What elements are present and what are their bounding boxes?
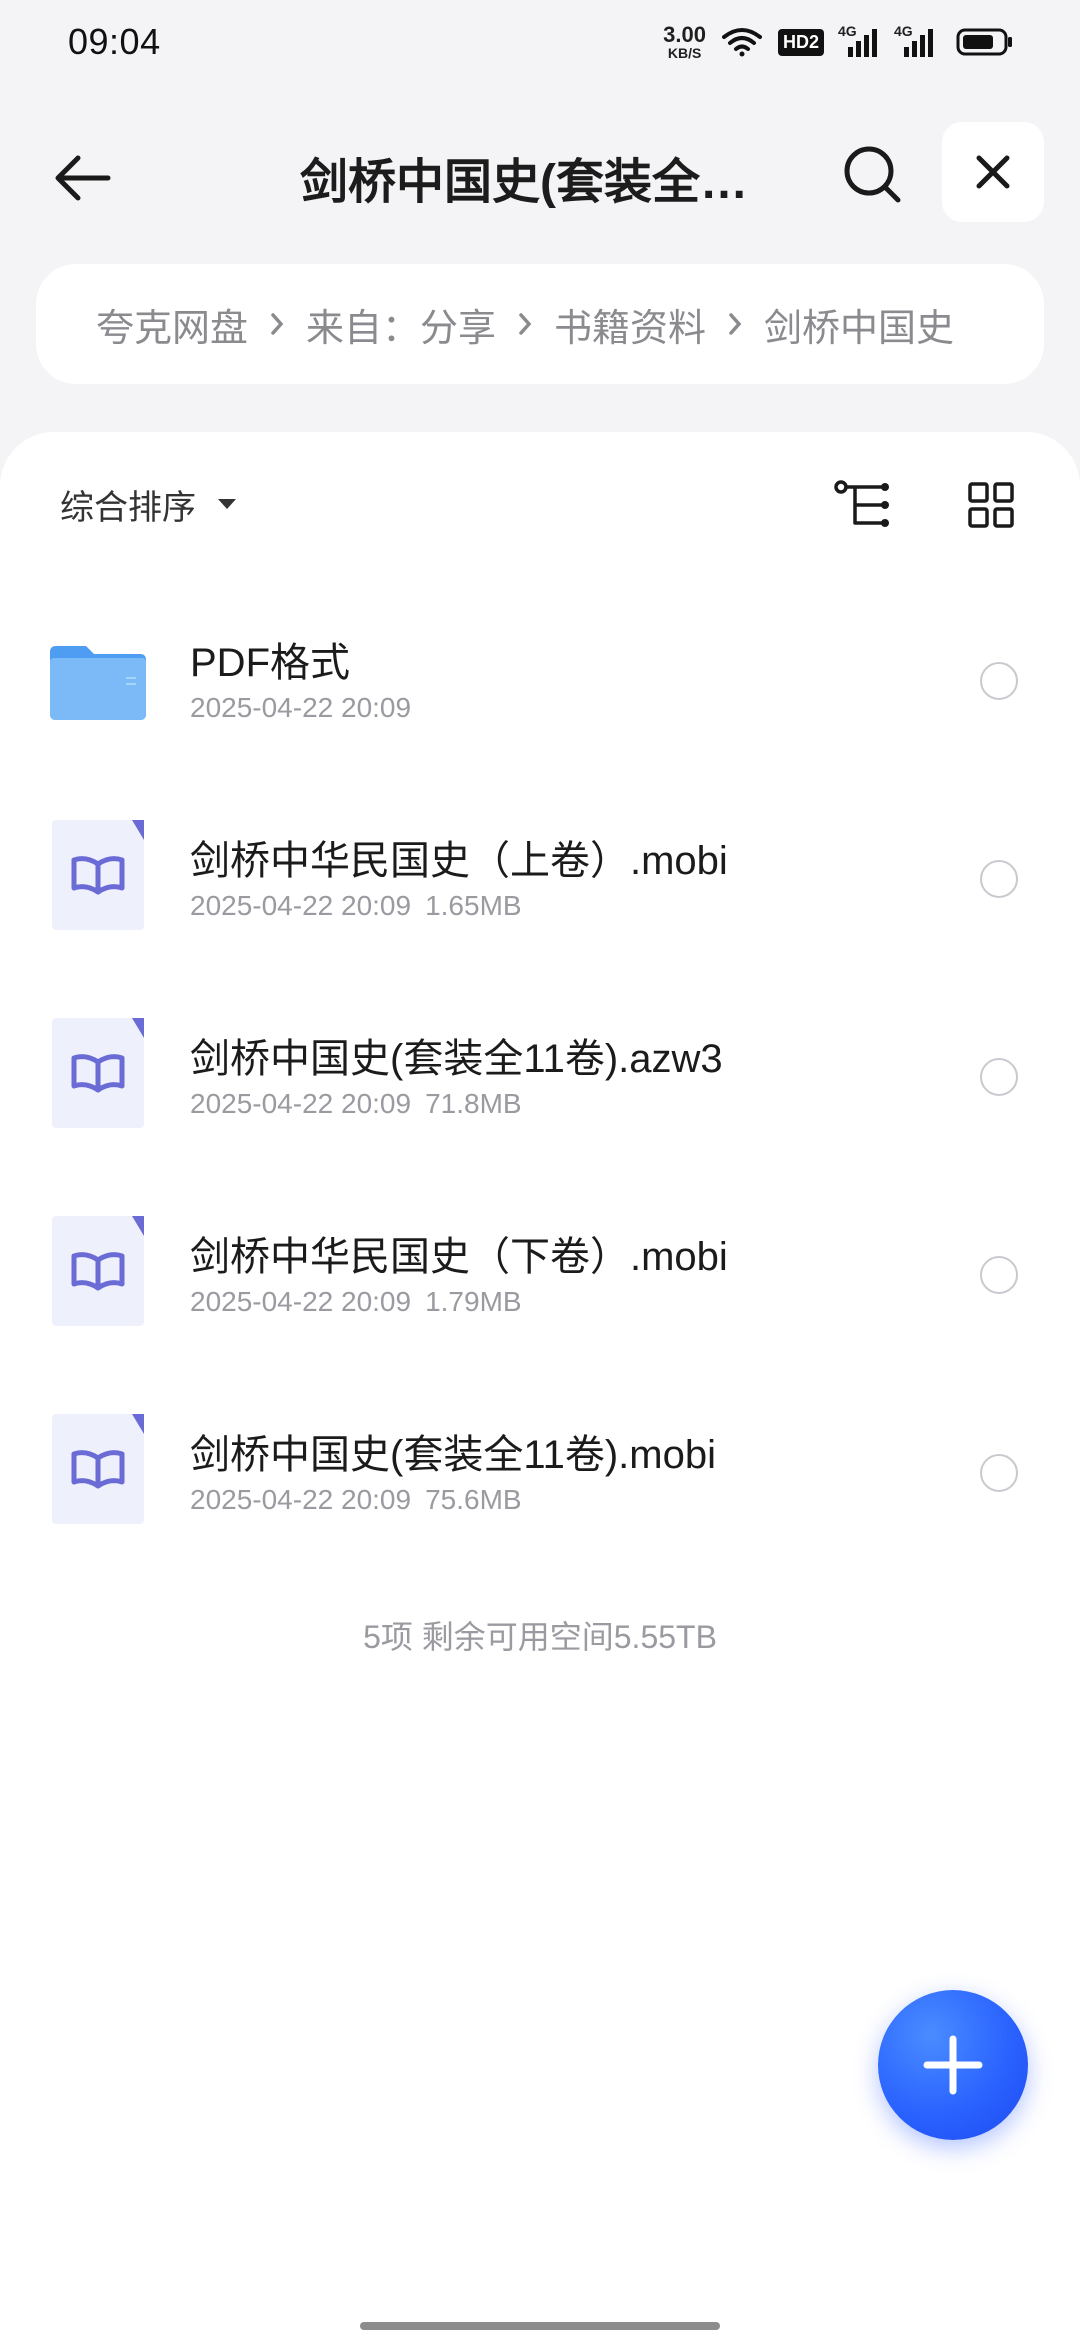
file-date: 2025-04-22 20:09 (190, 1286, 412, 1317)
file-meta: 2025-04-22 20:09 75.6MB (190, 1484, 522, 1516)
file-name: 剑桥中华民国史（下卷）.mobi (190, 1235, 728, 1279)
search-button[interactable] (836, 138, 908, 210)
status-icons: 3.00 KB/S HD2 4G 4G (663, 22, 1014, 61)
network-speed: 3.00 KB/S (663, 22, 706, 61)
status-bar: 09:04 3.00 KB/S HD2 4G 4G (0, 0, 1080, 84)
signal-icon: 4G (838, 23, 880, 57)
file-meta: 2025-04-22 20:09 71.8MB (190, 1088, 522, 1120)
header: 剑桥中国史(套装全… (0, 120, 1080, 230)
grid-view-button[interactable] (958, 472, 1024, 538)
network-speed-value: 3.00 (663, 22, 706, 47)
arrow-left-icon (55, 155, 111, 201)
select-radio[interactable] (980, 1058, 1018, 1096)
battery-icon (956, 28, 1012, 56)
grid-view-icon (968, 482, 1014, 528)
list-item[interactable]: PDF格式 2025-04-22 20:09 (0, 582, 1080, 780)
search-icon (844, 146, 901, 203)
storage-summary: 5项 剩余可用空间5.55TB (363, 1619, 717, 1655)
plus-icon (923, 2035, 983, 2095)
signal-icon: 4G (894, 23, 940, 57)
file-date: 2025-04-22 20:09 (190, 890, 412, 921)
ebook-icon (52, 820, 144, 930)
network-speed-unit: KB/S (667, 45, 702, 61)
file-date: 2025-04-22 20:09 (190, 1088, 412, 1119)
select-radio[interactable] (980, 662, 1018, 700)
page-title: 剑桥中国史(套装全… (300, 156, 748, 209)
chevron-right-icon (270, 303, 284, 346)
chevron-right-icon (728, 303, 742, 346)
tree-view-button[interactable] (830, 472, 896, 538)
chevron-right-icon (518, 303, 532, 346)
back-button[interactable] (44, 140, 120, 216)
folder-icon (50, 646, 146, 720)
file-size: 71.8MB (425, 1088, 522, 1119)
add-button[interactable] (878, 1990, 1028, 2140)
close-button[interactable] (942, 122, 1044, 222)
close-icon (976, 155, 1010, 189)
file-name: 剑桥中华民国史（上卷）.mobi (190, 839, 728, 883)
list-item[interactable]: 剑桥中华民国史（下卷）.mobi 2025-04-22 20:09 1.79MB (0, 1176, 1080, 1374)
ebook-icon (52, 1414, 144, 1524)
signal-label: 4G (838, 23, 857, 39)
breadcrumb-item-root[interactable]: 夸克网盘 (96, 297, 248, 352)
ebook-icon (52, 1216, 144, 1326)
file-date: 2025-04-22 20:09 (190, 1484, 412, 1515)
file-size: 75.6MB (425, 1484, 522, 1515)
file-size: 1.79MB (425, 1286, 522, 1317)
ebook-icon (52, 1018, 144, 1128)
file-name: 剑桥中国史(套装全11卷).azw3 (190, 1037, 723, 1081)
file-list: PDF格式 2025-04-22 20:09 剑桥中华民国史（上卷）.mobi … (0, 582, 1080, 1572)
home-indicator[interactable] (360, 2322, 720, 2330)
file-name: 剑桥中国史(套装全11卷).mobi (190, 1433, 716, 1477)
caret-down-icon (218, 499, 236, 509)
list-item[interactable]: 剑桥中国史(套装全11卷).mobi 2025-04-22 20:09 75.6M… (0, 1374, 1080, 1572)
breadcrumb-item-current[interactable]: 剑桥中国史 (764, 297, 954, 352)
list-item[interactable]: 剑桥中国史(套装全11卷).azw3 2025-04-22 20:09 71.8M… (0, 978, 1080, 1176)
signal-label: 4G (894, 23, 913, 39)
breadcrumb-item-books[interactable]: 书籍资料 (554, 297, 706, 352)
select-radio[interactable] (980, 860, 1018, 898)
wifi-icon (721, 28, 762, 57)
sort-label: 综合排序 (60, 488, 196, 527)
hd-badge: HD2 (777, 28, 824, 56)
list-item[interactable]: 剑桥中华民国史（上卷）.mobi 2025-04-22 20:09 1.65MB (0, 780, 1080, 978)
file-meta: 2025-04-22 20:09 (190, 692, 411, 724)
sort-button[interactable]: 综合排序 (60, 476, 238, 532)
file-meta: 2025-04-22 20:09 1.65MB (190, 890, 522, 922)
breadcrumb-item-share[interactable]: 来自：分享 (306, 297, 496, 352)
status-time: 09:04 (68, 21, 161, 62)
select-radio[interactable] (980, 1256, 1018, 1294)
tree-view-icon (834, 480, 889, 527)
breadcrumb: 夸克网盘 来自：分享 书籍资料 剑桥中国史 (36, 264, 1044, 384)
file-name: PDF格式 (190, 641, 350, 685)
file-size: 1.65MB (425, 890, 522, 921)
file-meta: 2025-04-22 20:09 1.79MB (190, 1286, 522, 1318)
select-radio[interactable] (980, 1454, 1018, 1492)
file-date: 2025-04-22 20:09 (190, 692, 412, 723)
